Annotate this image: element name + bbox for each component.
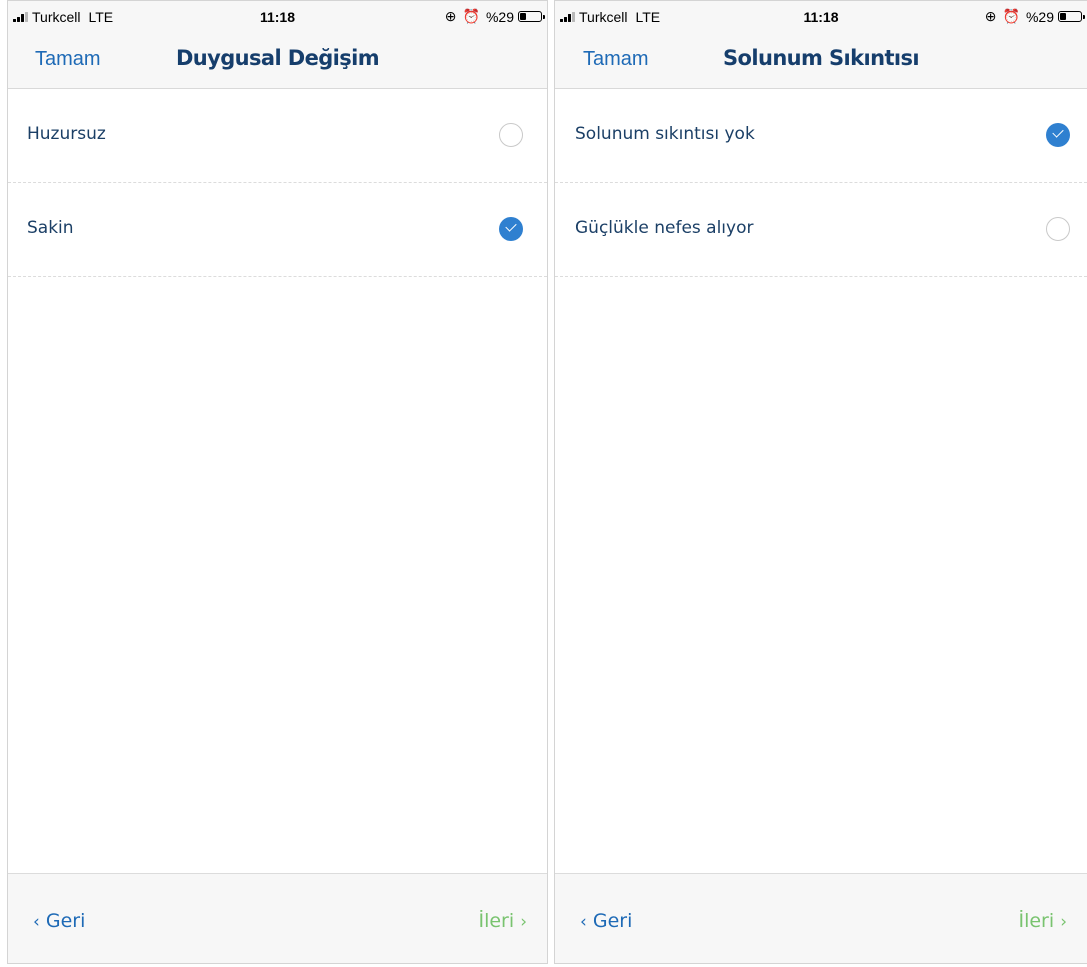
alarm-icon: ⏰ [1002,8,1020,24]
page-title: Duygusal Değişim [175,46,380,70]
orientation-lock-icon: ⊕ [444,8,457,24]
phone-screen-respiratory-distress: Turkcell LTE 11:18 ⊕ ⏰ %29 Tamam Solunum… [554,0,1087,964]
option-label: Güçlükle nefes alıyor [575,218,754,238]
next-button[interactable]: İleri › [1018,910,1067,932]
status-bar: Turkcell LTE 11:18 ⊕ ⏰ %29 [555,1,1087,35]
radio-checked-icon[interactable] [1046,123,1070,147]
phone-screen-emotional-change: Turkcell LTE 11:18 ⊕ ⏰ %29 Tamam Duygusa… [7,0,548,964]
battery-icon [1058,11,1085,22]
next-label: İleri [478,910,515,932]
alarm-icon: ⏰ [462,8,480,24]
chevron-right-icon: › [520,912,527,932]
status-right: ⊕ ⏰ %29 [984,8,1085,25]
chevron-left-icon: ‹ [33,912,40,932]
option-label: Huzursuz [27,124,106,144]
radio-unchecked-icon[interactable] [499,123,523,147]
option-no-respiratory-distress[interactable]: Solunum sıkıntısı yok [555,89,1087,183]
battery-percent: %29 [485,8,514,25]
option-sakin[interactable]: Sakin [8,183,547,277]
chevron-right-icon: › [1060,912,1067,932]
next-button[interactable]: İleri › [478,910,527,932]
chevron-left-icon: ‹ [580,912,587,932]
option-label: Sakin [27,218,74,238]
battery-percent: %29 [1025,8,1054,25]
back-label: Geri [45,910,86,932]
footer-bar: ‹ Geri İleri › [555,873,1087,963]
status-bar: Turkcell LTE 11:18 ⊕ ⏰ %29 [8,1,547,35]
footer-bar: ‹ Geri İleri › [8,873,547,963]
status-right: ⊕ ⏰ %29 [444,8,545,25]
battery-fill [1060,13,1066,20]
radio-unchecked-icon[interactable] [1046,217,1070,241]
radio-checked-icon[interactable] [499,217,523,241]
option-huzursuz[interactable]: Huzursuz [8,89,547,183]
battery-fill [520,13,526,20]
battery-icon [518,11,545,22]
back-button[interactable]: ‹ Geri [33,910,85,932]
option-labored-breathing[interactable]: Güçlükle nefes alıyor [555,183,1087,277]
next-label: İleri [1018,910,1055,932]
option-list: Huzursuz Sakin [8,89,547,277]
option-label: Solunum sıkıntısı yok [575,124,755,144]
back-label: Geri [592,910,633,932]
back-button[interactable]: ‹ Geri [580,910,632,932]
navigation-bar: Tamam Duygusal Değişim [8,35,547,89]
option-list: Solunum sıkıntısı yok Güçlükle nefes alı… [555,89,1087,277]
navigation-bar: Tamam Solunum Sıkıntısı [555,35,1087,89]
page-title: Solunum Sıkıntısı [723,46,920,70]
orientation-lock-icon: ⊕ [984,8,997,24]
